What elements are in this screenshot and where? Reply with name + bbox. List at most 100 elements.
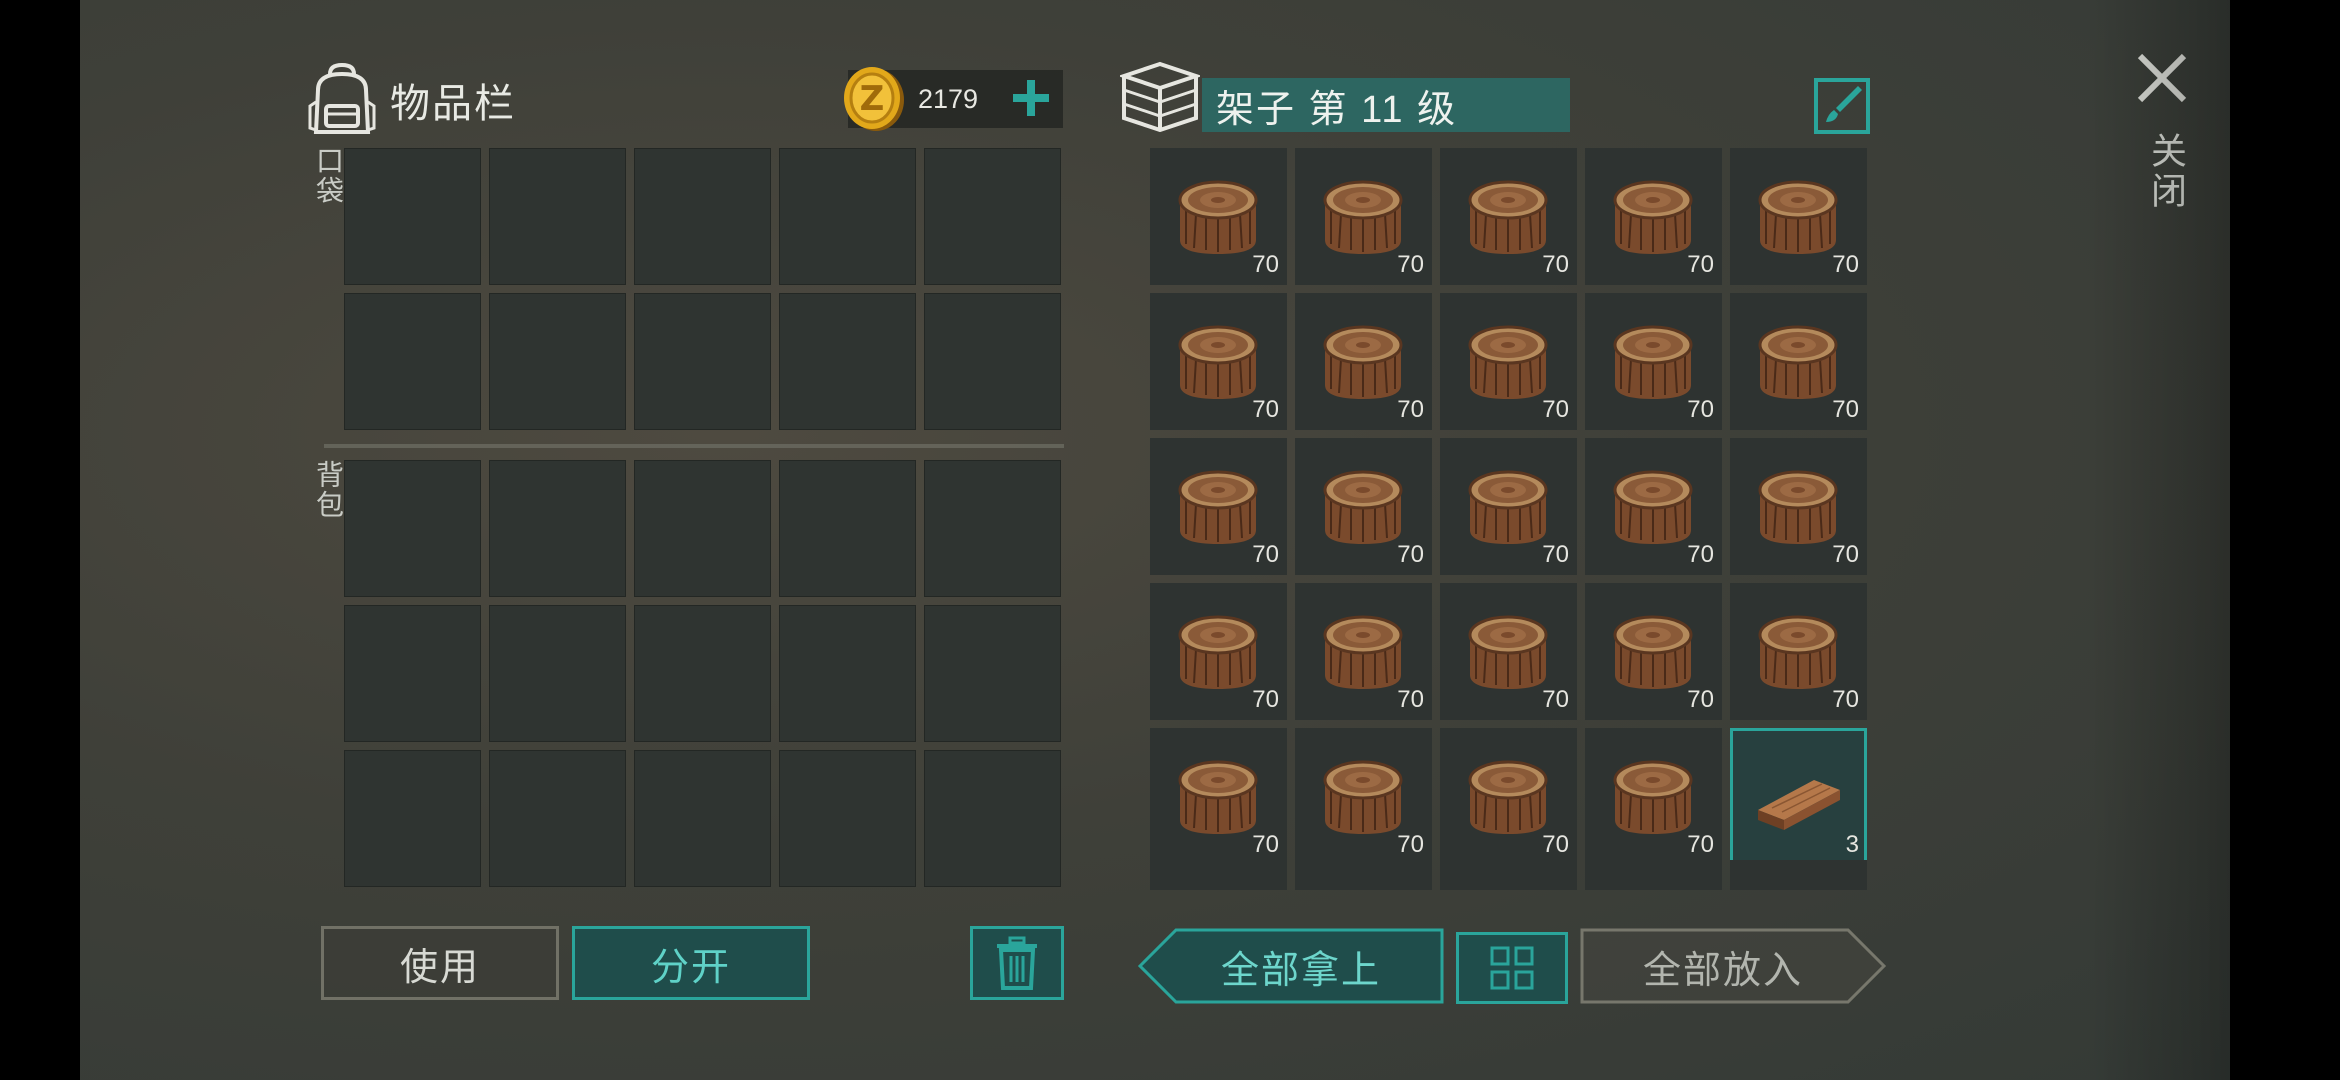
backpack-grid bbox=[344, 460, 1061, 887]
wood-log-icon bbox=[1468, 325, 1548, 399]
close-icon[interactable] bbox=[2134, 50, 2190, 106]
item-quantity: 70 bbox=[1397, 251, 1424, 278]
wood-log-icon bbox=[1178, 615, 1258, 689]
storage-slot[interactable]: 70 bbox=[1150, 148, 1287, 285]
sort-button[interactable] bbox=[1456, 932, 1568, 1004]
inventory-slot[interactable] bbox=[344, 148, 481, 285]
storage-slot[interactable]: 70 bbox=[1440, 728, 1577, 865]
storage-slot[interactable] bbox=[1295, 860, 1432, 890]
take-all-button[interactable]: 全部拿上 bbox=[1138, 928, 1444, 1004]
item-quantity: 70 bbox=[1252, 831, 1279, 858]
storage-slot[interactable]: 70 bbox=[1440, 438, 1577, 575]
inventory-slot[interactable] bbox=[779, 750, 916, 887]
storage-slot[interactable]: 70 bbox=[1730, 148, 1867, 285]
storage-slot[interactable]: 70 bbox=[1585, 293, 1722, 430]
inventory-slot[interactable] bbox=[924, 750, 1061, 887]
inventory-slot[interactable] bbox=[924, 148, 1061, 285]
storage-slot[interactable]: 70 bbox=[1150, 293, 1287, 430]
storage-slot[interactable]: 70 bbox=[1150, 438, 1287, 575]
storage-slot[interactable] bbox=[1440, 860, 1577, 890]
inventory-slot[interactable] bbox=[344, 460, 481, 597]
inventory-slot[interactable] bbox=[779, 148, 916, 285]
storage-slot[interactable]: 70 bbox=[1295, 583, 1432, 720]
rename-button[interactable] bbox=[1814, 78, 1870, 134]
item-quantity: 70 bbox=[1832, 686, 1859, 713]
storage-slot[interactable] bbox=[1150, 860, 1287, 890]
storage-slot[interactable] bbox=[1585, 860, 1722, 890]
inventory-slot[interactable] bbox=[344, 605, 481, 742]
wood-log-icon bbox=[1178, 180, 1258, 254]
game-screen: 物品栏 Z 2179 口袋 背包 架子 第 11 级 70 70 70 70 7… bbox=[80, 0, 2230, 1080]
storage-slot[interactable]: 70 bbox=[1295, 728, 1432, 865]
storage-slot[interactable]: 70 bbox=[1150, 728, 1287, 865]
use-button[interactable]: 使用 bbox=[321, 926, 559, 1000]
storage-slot[interactable]: 70 bbox=[1440, 293, 1577, 430]
split-button[interactable]: 分开 bbox=[572, 926, 810, 1000]
wood-log-icon bbox=[1613, 325, 1693, 399]
wood-log-icon bbox=[1323, 470, 1403, 544]
wood-log-icon bbox=[1178, 325, 1258, 399]
sort-grid-icon bbox=[1490, 946, 1534, 990]
trash-button[interactable] bbox=[970, 926, 1064, 1000]
inventory-slot[interactable] bbox=[924, 605, 1061, 742]
wood-log-icon bbox=[1758, 325, 1838, 399]
wood-log-icon bbox=[1468, 180, 1548, 254]
storage-slot[interactable]: 3 bbox=[1730, 728, 1867, 865]
inventory-slot[interactable] bbox=[489, 148, 626, 285]
svg-text:Z: Z bbox=[860, 79, 885, 119]
item-quantity: 70 bbox=[1542, 686, 1569, 713]
section-divider bbox=[324, 444, 1064, 448]
coin-value: 2179 bbox=[918, 83, 979, 114]
wood-log-icon bbox=[1468, 470, 1548, 544]
inventory-slot[interactable] bbox=[779, 605, 916, 742]
item-quantity: 70 bbox=[1832, 541, 1859, 568]
storage-slot[interactable]: 70 bbox=[1440, 148, 1577, 285]
plus-icon[interactable] bbox=[1009, 76, 1053, 120]
inventory-slot[interactable] bbox=[489, 605, 626, 742]
storage-slot[interactable]: 70 bbox=[1440, 583, 1577, 720]
wood-log-icon bbox=[1613, 615, 1693, 689]
storage-title-bar: 架子 第 11 级 bbox=[1202, 78, 1570, 132]
item-quantity: 70 bbox=[1252, 686, 1279, 713]
inventory-slot[interactable] bbox=[489, 460, 626, 597]
inventory-slot[interactable] bbox=[924, 460, 1061, 597]
storage-slot[interactable]: 70 bbox=[1730, 438, 1867, 575]
storage-slot[interactable]: 70 bbox=[1585, 583, 1722, 720]
item-quantity: 70 bbox=[1542, 396, 1569, 423]
storage-slot[interactable]: 70 bbox=[1585, 438, 1722, 575]
storage-slot[interactable]: 70 bbox=[1730, 293, 1867, 430]
item-quantity: 70 bbox=[1397, 831, 1424, 858]
storage-slot[interactable]: 70 bbox=[1585, 728, 1722, 865]
inventory-slot[interactable] bbox=[634, 460, 771, 597]
wood-log-icon bbox=[1323, 615, 1403, 689]
wood-log-icon bbox=[1178, 760, 1258, 834]
inventory-slot[interactable] bbox=[634, 148, 771, 285]
storage-slot[interactable]: 70 bbox=[1295, 148, 1432, 285]
backpack-label: 背包 bbox=[313, 460, 344, 520]
inventory-slot[interactable] bbox=[924, 293, 1061, 430]
inventory-slot[interactable] bbox=[634, 293, 771, 430]
storage-slot[interactable]: 70 bbox=[1150, 583, 1287, 720]
coin-icon: Z bbox=[844, 67, 904, 131]
take-all-label: 全部拿上 bbox=[1220, 949, 1381, 992]
close-label[interactable]: 关闭 bbox=[2140, 132, 2192, 212]
item-quantity: 70 bbox=[1397, 686, 1424, 713]
trash-icon bbox=[997, 936, 1037, 990]
storage-slot[interactable] bbox=[1730, 860, 1867, 890]
storage-title: 架子 第 11 级 bbox=[1216, 88, 1458, 131]
inventory-slot[interactable] bbox=[779, 460, 916, 597]
storage-slot[interactable]: 70 bbox=[1295, 438, 1432, 575]
inventory-header: 物品栏 bbox=[308, 60, 516, 140]
inventory-slot[interactable] bbox=[344, 293, 481, 430]
inventory-slot[interactable] bbox=[489, 750, 626, 887]
put-all-button[interactable]: 全部放入 bbox=[1580, 928, 1886, 1004]
storage-slot[interactable]: 70 bbox=[1730, 583, 1867, 720]
item-quantity: 70 bbox=[1252, 251, 1279, 278]
storage-slot[interactable]: 70 bbox=[1585, 148, 1722, 285]
inventory-slot[interactable] bbox=[779, 293, 916, 430]
storage-slot[interactable]: 70 bbox=[1295, 293, 1432, 430]
inventory-slot[interactable] bbox=[634, 605, 771, 742]
inventory-slot[interactable] bbox=[634, 750, 771, 887]
inventory-slot[interactable] bbox=[344, 750, 481, 887]
inventory-slot[interactable] bbox=[489, 293, 626, 430]
